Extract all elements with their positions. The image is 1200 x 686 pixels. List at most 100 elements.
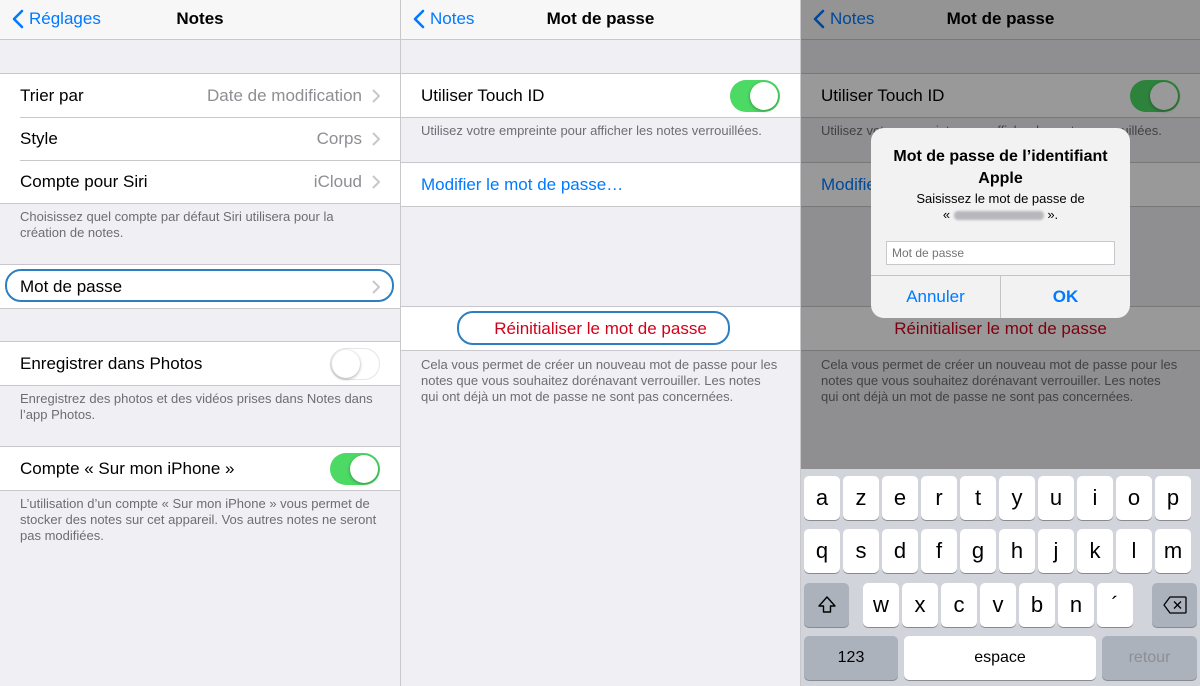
- row-label: Mot de passe: [20, 276, 123, 296]
- password-settings-panel: Notes Mot de passe Utiliser Touch ID Uti…: [401, 0, 800, 686]
- row-label: Trier par: [20, 85, 84, 105]
- ok-button[interactable]: OK: [1000, 276, 1130, 318]
- key-w[interactable]: w: [863, 583, 899, 627]
- alert-title: Mot de passe de l’identifiant Apple: [893, 148, 1108, 187]
- delete-key[interactable]: [1152, 583, 1197, 627]
- redacted-email: [953, 211, 1044, 221]
- numbers-key[interactable]: 123: [804, 636, 898, 680]
- photos-footer: Enregistrez des photos et des vidéos pri…: [20, 391, 373, 422]
- row-label: Utiliser Touch ID: [421, 85, 545, 105]
- key-y[interactable]: y: [999, 476, 1035, 520]
- onmyiphone-group: Compte « Sur mon iPhone »: [0, 446, 400, 491]
- save-photos-toggle[interactable]: [330, 347, 380, 380]
- keyboard-row-2: q s d f g h j k l m: [801, 529, 1200, 573]
- shift-icon: [817, 596, 836, 613]
- toggle-knob: [750, 81, 778, 110]
- key-a[interactable]: a: [804, 476, 840, 520]
- row-label: Enregistrer dans Photos: [20, 353, 203, 373]
- chevron-right-icon: [372, 279, 380, 294]
- alert-message: Saisissez le mot de passe de « ».: [881, 191, 1120, 223]
- alert-message-text: Saisissez le mot de passe de: [916, 191, 1085, 206]
- touch-id-toggle[interactable]: [730, 79, 780, 112]
- key-m[interactable]: m: [1155, 529, 1191, 573]
- row-label: Style: [20, 128, 58, 148]
- quote-open: «: [942, 207, 951, 222]
- backspace-icon: [1162, 596, 1187, 614]
- row-value: Corps: [316, 128, 362, 148]
- key-e[interactable]: e: [882, 476, 918, 520]
- siri-footer: Choisissez quel compte par défaut Siri u…: [20, 209, 334, 240]
- key-h[interactable]: h: [999, 529, 1035, 573]
- key-u[interactable]: u: [1038, 476, 1074, 520]
- row-siri-account[interactable]: Compte pour Siri iCloud: [0, 160, 400, 203]
- nav-bar: Notes Mot de passe: [401, 0, 800, 40]
- row-sort-by[interactable]: Trier par Date de modification: [0, 74, 400, 117]
- key-i[interactable]: i: [1077, 476, 1113, 520]
- row-password[interactable]: Mot de passe: [0, 265, 400, 308]
- key-acute[interactable]: ´: [1097, 583, 1133, 627]
- on-my-iphone-toggle[interactable]: [330, 452, 380, 485]
- row-value: iCloud: [313, 171, 362, 191]
- chevron-right-icon: [372, 174, 380, 189]
- change-password-group: Modifier le mot de passe…: [401, 162, 800, 207]
- onmyiphone-footer: L’utilisation d’un compte « Sur mon iPho…: [20, 496, 377, 543]
- key-k[interactable]: k: [1077, 529, 1113, 573]
- key-z[interactable]: z: [843, 476, 879, 520]
- key-n[interactable]: n: [1058, 583, 1094, 627]
- key-g[interactable]: g: [960, 529, 996, 573]
- password-alert-panel: Notes Mot de passe Utiliser Touch ID Uti…: [801, 0, 1200, 686]
- keyboard-row-4: 123 espace retour: [801, 636, 1200, 680]
- row-save-photos: Enregistrer dans Photos: [0, 342, 400, 385]
- key-f[interactable]: f: [921, 529, 957, 573]
- quote-close: ».: [1047, 207, 1059, 222]
- back-label: Réglages: [29, 9, 101, 28]
- shift-key[interactable]: [804, 583, 849, 627]
- nav-bar: Réglages Notes: [0, 0, 400, 40]
- notes-settings-panel: Réglages Notes Trier par Date de modific…: [0, 0, 400, 686]
- chevron-right-icon: [372, 131, 380, 146]
- back-button[interactable]: Réglages: [12, 0, 101, 38]
- keyboard-row-1: a z e r t y u i o p: [801, 476, 1200, 520]
- key-x[interactable]: x: [902, 583, 938, 627]
- key-q[interactable]: q: [804, 529, 840, 573]
- apple-id-password-alert: Mot de passe de l’identifiant Apple Sais…: [871, 128, 1130, 318]
- toggle-knob: [332, 349, 360, 378]
- change-password-button[interactable]: Modifier le mot de passe…: [401, 163, 800, 206]
- key-s[interactable]: s: [843, 529, 879, 573]
- key-l[interactable]: l: [1116, 529, 1152, 573]
- alert-buttons: Annuler OK: [871, 275, 1130, 318]
- row-style[interactable]: Style Corps: [0, 117, 400, 160]
- key-r[interactable]: r: [921, 476, 957, 520]
- back-button[interactable]: Notes: [413, 0, 474, 38]
- key-t[interactable]: t: [960, 476, 996, 520]
- cancel-button[interactable]: Annuler: [871, 276, 1000, 318]
- key-d[interactable]: d: [882, 529, 918, 573]
- back-label: Notes: [430, 9, 475, 28]
- row-label: Compte « Sur mon iPhone »: [20, 458, 235, 478]
- keyboard-row-3: w x c v b n ´: [801, 583, 1200, 627]
- keyboard: a z e r t y u i o p q s d f g h j k l m: [801, 469, 1200, 686]
- key-b[interactable]: b: [1019, 583, 1055, 627]
- photos-group: Enregistrer dans Photos: [0, 341, 400, 386]
- return-key[interactable]: retour: [1102, 636, 1197, 680]
- row-touch-id: Utiliser Touch ID: [401, 74, 800, 117]
- chevron-left-icon: [12, 9, 24, 29]
- touchid-footer: Utilisez votre empreinte pour afficher l…: [421, 123, 762, 138]
- row-label: Compte pour Siri: [20, 171, 148, 191]
- password-input[interactable]: [886, 241, 1115, 265]
- toggle-knob: [350, 454, 378, 483]
- touchid-group: Utiliser Touch ID: [401, 73, 800, 118]
- key-v[interactable]: v: [980, 583, 1016, 627]
- row-on-my-iphone: Compte « Sur mon iPhone »: [0, 447, 400, 490]
- row-value: Date de modification: [207, 85, 362, 105]
- settings-group: Trier par Date de modification Style Cor…: [0, 73, 400, 204]
- reset-password-group: Réinitialiser le mot de passe: [401, 306, 800, 351]
- key-c[interactable]: c: [941, 583, 977, 627]
- key-j[interactable]: j: [1038, 529, 1074, 573]
- key-p[interactable]: p: [1155, 476, 1191, 520]
- chevron-left-icon: [413, 9, 425, 29]
- key-o[interactable]: o: [1116, 476, 1152, 520]
- reset-password-button[interactable]: Réinitialiser le mot de passe: [401, 307, 800, 350]
- space-key[interactable]: espace: [904, 636, 1096, 680]
- password-group: Mot de passe: [0, 264, 400, 309]
